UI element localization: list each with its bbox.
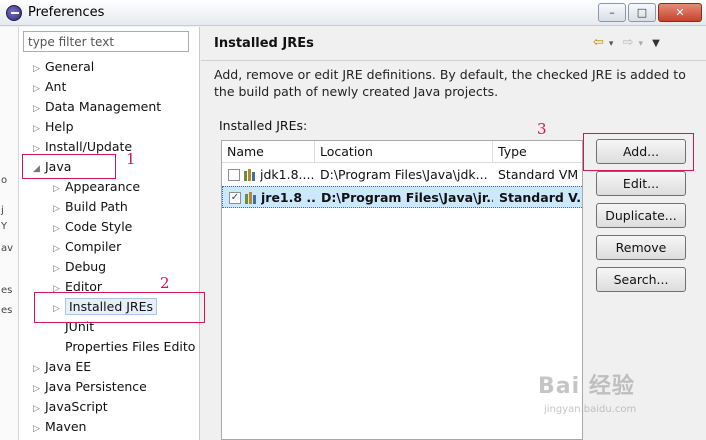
maximize-button[interactable]: □ (628, 3, 656, 22)
preferences-tree-panel: ▷General ▷Ant ▷Data Management ▷Help ▷In… (19, 27, 200, 440)
search-button[interactable]: Search... (596, 267, 686, 292)
tree-item-general[interactable]: ▷ General (33, 57, 94, 77)
expand-arrow-icon[interactable]: ▷ (53, 199, 65, 219)
forward-arrow-icon[interactable]: ⇨ (623, 35, 634, 50)
window-title: Preferences (28, 5, 105, 20)
edge-text: es (1, 285, 13, 296)
close-button[interactable]: ✕ (658, 3, 702, 22)
expand-arrow-icon[interactable]: ▷ (33, 99, 45, 119)
jres-table: Name Location Type jdk1.8.... D:\Program… (221, 140, 583, 440)
tree-item-java-ee[interactable]: ▷ Java EE (33, 357, 91, 377)
tree-item-help[interactable]: ▷ Help (33, 117, 74, 137)
watermark-url: jingyan.baidu.com (544, 404, 637, 415)
back-arrow-icon[interactable]: ⇦ (593, 35, 604, 50)
tree-item-build-path[interactable]: ▷ Build Path (53, 197, 128, 217)
jre-checkbox[interactable] (228, 169, 240, 181)
annotation-box-java (22, 154, 116, 179)
tree-item-compiler[interactable]: ▷ Compiler (53, 237, 121, 257)
edge-text: es (1, 305, 13, 316)
tree-item-label: Code Style (65, 219, 133, 234)
page-nav-toolbar: ⇦ ▾ ⇨ ▾ ▼ (593, 35, 665, 50)
filter-input[interactable] (23, 31, 189, 52)
page-description: Add, remove or edit JRE definitions. By … (214, 67, 686, 99)
expand-arrow-icon[interactable]: ▷ (53, 179, 65, 199)
preferences-window: Preferences – □ ✕ o j Y av es es ▷Genera… (0, 0, 706, 440)
expand-arrow-icon[interactable]: ▷ (33, 399, 45, 419)
tree-item-label: Help (45, 119, 74, 134)
jre-library-icon (245, 192, 256, 204)
tree-item-label: Debug (65, 259, 107, 274)
tree-item-label: Build Path (65, 199, 128, 214)
tree-item-code-style[interactable]: ▷ Code Style (53, 217, 132, 237)
tree-item-properties-files-editor[interactable]: Properties Files Edito (53, 337, 195, 357)
edge-text: o (1, 175, 8, 186)
duplicate-button[interactable]: Duplicate... (596, 203, 686, 228)
jre-location: D:\Program Files\Java\jdk... (320, 167, 488, 182)
tree-item-label: Properties Files Edito (65, 339, 196, 354)
tree-item-debug[interactable]: ▷ Debug (53, 257, 106, 277)
tree-item-label: General (45, 59, 95, 74)
title-bar: Preferences – □ ✕ (0, 0, 706, 26)
expand-arrow-icon[interactable]: ▷ (33, 119, 45, 139)
jre-library-icon (244, 169, 255, 181)
background-window-edge: o j Y av es es (0, 27, 19, 440)
back-menu-icon[interactable]: ▾ (609, 39, 614, 49)
remove-button[interactable]: Remove (596, 235, 686, 260)
annotation-number: 2 (160, 274, 170, 292)
eclipse-icon (6, 5, 22, 21)
annotation-number: 3 (537, 120, 547, 138)
expand-arrow-icon[interactable]: ▷ (53, 239, 65, 259)
column-header-location[interactable]: Location (315, 141, 493, 163)
jre-name: jre1.8 ... (261, 190, 316, 205)
tree-item-label: Data Management (45, 99, 162, 114)
baidu-watermark: Bai 经验 jingyan.baidu.com (538, 362, 698, 426)
jre-type: Standard V... (499, 190, 583, 205)
table-header: Name Location Type (222, 141, 582, 163)
forward-menu-icon[interactable]: ▾ (638, 39, 643, 49)
jre-name: jdk1.8.... (260, 167, 315, 182)
tree-item-label: Java Persistence (45, 379, 147, 394)
annotation-box-installed-jres (34, 292, 205, 323)
expand-arrow-icon[interactable]: ▷ (53, 259, 65, 279)
jres-list-label: Installed JREs: (219, 118, 308, 133)
column-header-name[interactable]: Name (222, 141, 315, 163)
annotation-number: 1 (126, 150, 136, 168)
tree-item-label: Appearance (65, 179, 141, 194)
watermark-logo-text: Bai 经验 (538, 374, 635, 399)
expand-arrow-icon[interactable]: ▷ (33, 59, 45, 79)
header-divider (201, 60, 706, 61)
tree-item-java-persistence[interactable]: ▷ Java Persistence (33, 377, 147, 397)
expand-arrow-icon[interactable]: ▷ (33, 79, 45, 99)
jre-location: D:\Program Files\Java\jr... (321, 190, 493, 205)
jre-checkbox[interactable]: ✓ (229, 192, 241, 204)
expand-arrow-icon[interactable]: ▷ (33, 359, 45, 379)
jre-type: Standard VM (498, 167, 579, 182)
column-header-type[interactable]: Type (493, 141, 582, 163)
tree-item-javascript[interactable]: ▷ JavaScript (33, 397, 108, 417)
tree-item-maven[interactable]: ▷ Maven (33, 417, 86, 437)
tree-item-label: Java EE (45, 359, 92, 374)
page-title: Installed JREs (214, 36, 314, 51)
minimize-button[interactable]: – (598, 3, 626, 22)
edge-text: j (1, 205, 4, 216)
table-row[interactable]: ✓ jre1.8 ... D:\Program Files\Java\jr...… (222, 186, 583, 208)
tree-item-label: Compiler (65, 239, 122, 254)
tree-item-data-management[interactable]: ▷ Data Management (33, 97, 161, 117)
expand-arrow-icon[interactable]: ▷ (33, 419, 45, 439)
edit-button[interactable]: Edit... (596, 171, 686, 196)
tree-item-label: Maven (45, 419, 87, 434)
tree-item-label: JavaScript (45, 399, 108, 414)
expand-arrow-icon[interactable]: ▷ (53, 219, 65, 239)
view-menu-icon[interactable]: ▼ (652, 38, 660, 49)
tree-item-appearance[interactable]: ▷ Appearance (53, 177, 140, 197)
annotation-box-add (583, 133, 694, 171)
edge-text: Y (1, 221, 8, 232)
edge-text: av (1, 243, 14, 254)
table-row[interactable]: jdk1.8.... D:\Program Files\Java\jdk... … (222, 164, 582, 186)
tree-item-label: Install/Update (45, 139, 133, 154)
tree-item-ant[interactable]: ▷ Ant (33, 77, 66, 97)
expand-arrow-icon[interactable]: ▷ (33, 379, 45, 399)
tree-item-label: Ant (45, 79, 67, 94)
